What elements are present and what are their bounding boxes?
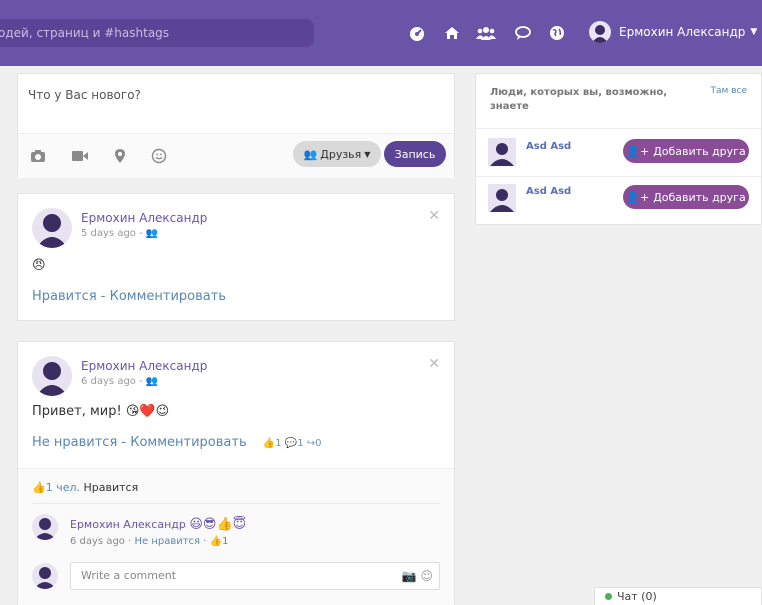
chat-bar[interactable]: Чат (0)	[594, 587, 762, 605]
dashboard-icon[interactable]	[406, 22, 428, 44]
messages-icon[interactable]	[512, 22, 534, 44]
add-friend-button[interactable]: 👤+ Добавить друга	[623, 139, 749, 163]
online-dot-icon	[605, 593, 612, 600]
comment-text: Ермохин Александр 😃😎👍😇	[70, 517, 246, 532]
friends-icon: 👥	[303, 147, 318, 161]
post-card: Ермохин Александр 6 days ago - 👥 ✕ Приве…	[17, 341, 455, 605]
video-icon[interactable]	[70, 146, 90, 166]
post-time: 6 days ago -	[81, 376, 143, 387]
composer-toolbar: 👥 Друзья ▼ Запись	[18, 134, 454, 178]
suggestions-title: Люди, которых вы, возможно, знаете	[490, 87, 668, 112]
location-icon[interactable]	[110, 146, 130, 166]
smile-icon[interactable]: ☺	[420, 569, 433, 583]
globe-icon[interactable]	[546, 22, 568, 44]
post-actions: Не нравится - Комментировать 👍1 💬1 ↪0	[32, 435, 322, 450]
privacy-select[interactable]: 👥 Друзья ▼	[293, 141, 381, 167]
comment-avatar[interactable]	[32, 514, 58, 540]
add-user-icon: 👤+	[626, 190, 650, 204]
friends-icon[interactable]	[475, 22, 497, 44]
top-navbar: одей, страниц и #hashtags Ермохин Алекса…	[0, 0, 762, 66]
likes-summary: 👍1 чел. Нравится	[32, 481, 138, 494]
user-menu[interactable]: Ермохин Александр ▼	[589, 17, 757, 47]
comment-input[interactable]: Write a comment 📷 ☺	[70, 562, 440, 590]
thumbs-up-icon: 👍	[32, 481, 46, 494]
add-friend-label: Добавить друга	[653, 144, 746, 158]
status-input[interactable]: Что у Вас нового?	[18, 74, 454, 134]
privacy-label: Друзья	[320, 147, 362, 161]
suggestion-avatar[interactable]	[488, 138, 516, 166]
likes-text: Нравится	[80, 481, 139, 494]
comment-unlike-link[interactable]: Не нравится	[134, 536, 200, 547]
likes-count-link[interactable]: 1 чел.	[46, 481, 80, 494]
suggestion-avatar[interactable]	[488, 184, 516, 212]
post-composer: Что у Вас нового? 👥 Друзья ▼ Запись	[17, 73, 455, 178]
divider	[32, 503, 440, 504]
home-icon[interactable]	[441, 22, 463, 44]
comment-time: 6 days ago ·	[70, 536, 132, 547]
post-actions[interactable]: Нравится - Комментировать	[32, 289, 226, 304]
add-user-icon: 👤+	[626, 144, 650, 158]
comment-emojis: 😃😎👍😇	[189, 517, 247, 532]
author-avatar[interactable]	[32, 208, 72, 248]
post-author[interactable]: Ермохин Александр	[81, 359, 207, 373]
divider	[476, 176, 761, 177]
chat-label: Чат (0)	[617, 590, 657, 603]
comment-meta: 6 days ago · Не нравится · 👍1	[70, 536, 228, 547]
comment-placeholder: Write a comment	[81, 569, 177, 582]
caret-down-icon: ▼	[364, 149, 371, 159]
comment-tools: 📷 ☺	[402, 563, 433, 589]
comment-author[interactable]: Ермохин Александр	[70, 518, 186, 531]
search-input[interactable]: одей, страниц и #hashtags	[0, 19, 314, 47]
comment-like-count: · 👍1	[203, 536, 229, 547]
suggestion-name[interactable]: Asd Asd	[526, 186, 571, 197]
close-icon[interactable]: ✕	[428, 356, 440, 372]
user-avatar	[589, 21, 611, 43]
post-time: 5 days ago -	[81, 228, 143, 239]
post-button[interactable]: Запись	[384, 141, 446, 167]
author-avatar[interactable]	[32, 356, 72, 396]
close-icon[interactable]: ✕	[428, 208, 440, 224]
post-body: 😠	[32, 258, 46, 273]
my-avatar	[32, 563, 58, 589]
post-meta: 5 days ago - 👥	[81, 228, 158, 239]
caret-down-icon: ▼	[750, 27, 758, 37]
post-author[interactable]: Ермохин Александр	[81, 211, 207, 225]
post-body: Привет, мир! 😘❤️😉	[32, 404, 170, 419]
people-you-may-know: Люди, которых вы, возможно, знаете Там в…	[475, 73, 762, 225]
camera-icon[interactable]	[28, 146, 48, 166]
add-friend-button[interactable]: 👤+ Добавить друга	[623, 185, 749, 209]
status-placeholder: Что у Вас нового?	[28, 88, 141, 102]
post-meta: 6 days ago - 👥	[81, 376, 158, 387]
smile-icon[interactable]	[149, 146, 169, 166]
comments-section: 👍1 чел. Нравится Ермохин Александр 😃😎👍😇 …	[18, 468, 454, 605]
add-friend-label: Добавить друга	[653, 190, 746, 204]
post-counts: 👍1 💬1 ↪0	[262, 438, 322, 449]
divider	[476, 128, 761, 129]
user-name: Ермохин Александр	[619, 25, 746, 39]
friends-icon: 👥	[145, 228, 159, 239]
camera-icon[interactable]: 📷	[402, 569, 417, 583]
friends-icon: 👥	[145, 376, 159, 387]
see-all-link[interactable]: Там все	[711, 86, 747, 96]
unlike-comment-links[interactable]: Не нравится - Комментировать	[32, 435, 247, 450]
search-placeholder: одей, страниц и #hashtags	[0, 26, 170, 40]
suggestion-name[interactable]: Asd Asd	[526, 141, 571, 152]
post-card: Ермохин Александр 5 days ago - 👥 ✕ 😠 Нра…	[17, 193, 455, 321]
